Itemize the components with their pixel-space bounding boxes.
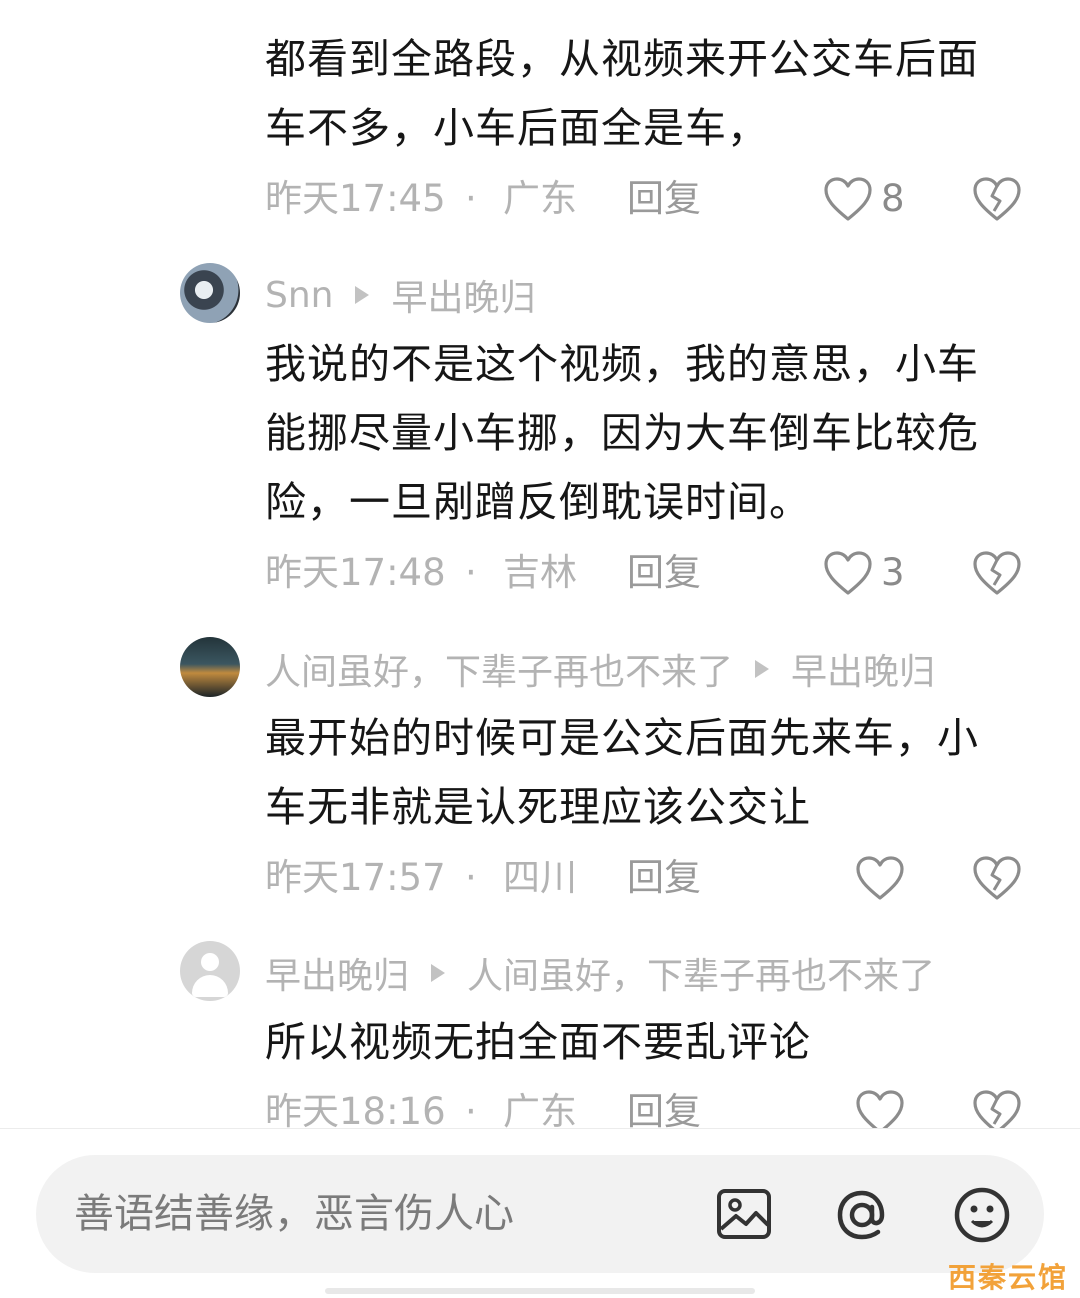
broken-heart-icon[interactable] bbox=[972, 175, 1022, 223]
avatar[interactable] bbox=[180, 637, 240, 697]
comment-text: 所以视频无拍全面不要乱评论 bbox=[265, 1008, 1035, 1077]
comment-text: 都看到全路段，从视频来开公交车后面 车不多，小车后面全是车， bbox=[265, 25, 1035, 163]
heart-outline-icon[interactable] bbox=[823, 549, 873, 597]
comment-text-line: 所以视频无拍全面不要乱评论 bbox=[265, 1018, 811, 1066]
reply-button[interactable]: 回复 bbox=[627, 547, 701, 599]
reply-to-author[interactable]: 早出晚归 bbox=[791, 643, 935, 695]
avatar[interactable] bbox=[180, 941, 240, 1001]
like-count: 3 bbox=[881, 551, 905, 594]
comment-text-line: 车无非就是认死理应该公交让 bbox=[265, 783, 811, 831]
comment-input-placeholder: 善语结善缘，恶言伤人心 bbox=[74, 1191, 514, 1237]
comment-author[interactable]: 早出晚归 bbox=[265, 947, 409, 999]
default-avatar-head bbox=[201, 953, 219, 971]
comment-author-line: 早出晚归 人间虽好，下辈子再也不来了 bbox=[265, 948, 935, 998]
triangle-right-icon bbox=[355, 286, 370, 304]
image-icon[interactable] bbox=[714, 1185, 774, 1245]
comment-region: 吉林 bbox=[503, 551, 577, 594]
emoji-icon[interactable] bbox=[952, 1185, 1012, 1245]
comment-region: 广东 bbox=[503, 1090, 577, 1130]
comment-text: 我说的不是这个视频，我的意思，小车 能挪尽量小车挪，因为大车倒车比较危 险，一旦… bbox=[265, 330, 1035, 537]
home-indicator[interactable] bbox=[325, 1288, 755, 1294]
reply-button[interactable]: 回复 bbox=[627, 1086, 701, 1130]
comment-input-bar: 善语结善缘，恶言伤人心 bbox=[0, 1128, 1080, 1298]
comment-text-line: 险，一旦剐蹭反倒耽误时间。 bbox=[265, 478, 811, 526]
broken-heart-icon[interactable] bbox=[972, 854, 1022, 902]
comment-text-line: 车不多，小车后面全是车， bbox=[265, 104, 769, 152]
broken-heart-icon[interactable] bbox=[972, 549, 1022, 597]
comment-text-line: 都看到全路段，从视频来开公交车后面 bbox=[265, 35, 979, 83]
separator-dot: · bbox=[465, 177, 477, 220]
reply-button[interactable]: 回复 bbox=[627, 173, 701, 225]
comment-text-line: 最开始的时候可是公交后面先来车，小 bbox=[265, 714, 979, 762]
reply-to-author[interactable]: 早出晚归 bbox=[391, 269, 535, 321]
heart-outline-icon[interactable] bbox=[855, 854, 905, 902]
comment-list: 都看到全路段，从视频来开公交车后面 车不多，小车后面全是车， 昨天17:45 ·… bbox=[0, 0, 1080, 1130]
heart-outline-icon[interactable] bbox=[855, 1088, 905, 1130]
comment-region: 广东 bbox=[503, 177, 577, 220]
comment-author-line: 人间虽好，下辈子再也不来了 早出晚归 bbox=[265, 644, 935, 694]
reply-to-author[interactable]: 人间虽好，下辈子再也不来了 bbox=[467, 947, 935, 999]
watermark-logo: 西秦云馆 bbox=[947, 1261, 1068, 1294]
comment-region: 四川 bbox=[503, 856, 577, 899]
comment-time: 昨天18:16 bbox=[265, 1090, 446, 1130]
broken-heart-icon[interactable] bbox=[972, 1088, 1022, 1130]
comment-input[interactable]: 善语结善缘，恶言伤人心 bbox=[36, 1155, 1044, 1273]
comment-time: 昨天17:48 bbox=[265, 551, 446, 594]
comment-author[interactable]: 人间虽好，下辈子再也不来了 bbox=[265, 643, 733, 695]
separator-dot: · bbox=[465, 551, 477, 594]
comment-text-line: 能挪尽量小车挪，因为大车倒车比较危 bbox=[265, 409, 979, 457]
comment-author[interactable]: Snn bbox=[265, 275, 333, 316]
avatar[interactable] bbox=[180, 263, 240, 323]
comment-time: 昨天17:45 bbox=[265, 177, 446, 220]
separator-dot: · bbox=[465, 1090, 477, 1130]
separator-dot: · bbox=[465, 856, 477, 899]
triangle-right-icon bbox=[755, 660, 770, 678]
comment-footer: 昨天18:16 · 广东 回复 bbox=[265, 1086, 1035, 1130]
comment-author-line: Snn 早出晚归 bbox=[265, 270, 536, 320]
comment-footer: 昨天17:48 · 吉林 回复 3 bbox=[265, 547, 1035, 599]
comment-text: 最开始的时候可是公交后面先来车，小 车无非就是认死理应该公交让 bbox=[265, 704, 1035, 842]
comment-text-line: 我说的不是这个视频，我的意思，小车 bbox=[265, 340, 979, 388]
triangle-right-icon bbox=[431, 964, 446, 982]
heart-outline-icon[interactable] bbox=[823, 175, 873, 223]
comment-time: 昨天17:57 bbox=[265, 856, 446, 899]
reply-button[interactable]: 回复 bbox=[627, 852, 701, 904]
default-avatar-body bbox=[192, 975, 228, 997]
comment-footer: 昨天17:45 · 广东 回复 8 bbox=[265, 173, 1035, 225]
at-icon[interactable] bbox=[832, 1185, 892, 1245]
like-count: 8 bbox=[881, 177, 905, 220]
comment-footer: 昨天17:57 · 四川 回复 bbox=[265, 852, 1035, 904]
